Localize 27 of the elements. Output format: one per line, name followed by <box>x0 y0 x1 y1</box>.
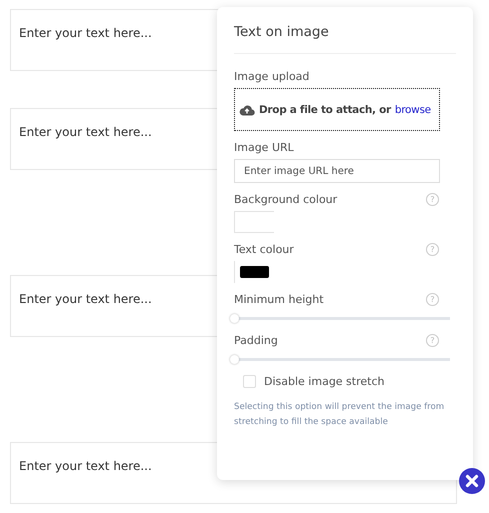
file-drop-zone[interactable]: Drop a file to attach, or browse <box>234 88 440 131</box>
color-swatch[interactable] <box>240 266 269 278</box>
checkbox[interactable] <box>243 375 256 388</box>
close-button[interactable] <box>459 468 485 494</box>
panel-title: Text on image <box>234 24 330 40</box>
field-label: Padding <box>234 334 278 347</box>
field-label: Minimum height <box>234 293 324 306</box>
checkbox-label: Disable image stretch <box>264 375 384 388</box>
slider-thumb[interactable] <box>230 354 238 364</box>
field-label: Image upload <box>234 70 310 83</box>
cloud-upload-icon <box>239 104 255 116</box>
text-placeholder: Enter your text here... <box>19 292 152 306</box>
field-label: Image URL <box>234 141 294 154</box>
field-label: Text colour <box>234 243 294 256</box>
url-input[interactable]: Enter image URL here <box>234 159 440 183</box>
browse-link[interactable]: browse <box>394 104 431 116</box>
drop-prompt: Drop a file to attach, or <box>259 104 391 116</box>
help-icon[interactable]: ? <box>426 243 439 256</box>
text-placeholder: Enter your text here... <box>19 459 152 473</box>
help-icon[interactable]: ? <box>426 334 439 347</box>
help-icon[interactable]: ? <box>426 293 439 306</box>
slider-thumb[interactable] <box>230 314 238 322</box>
text-placeholder: Enter your text here... <box>19 26 152 40</box>
text-placeholder: Enter your text here... <box>19 125 152 139</box>
help-text: Selecting this option will prevent the image from stretching to fill the space available <box>234 401 446 429</box>
field-label: Background colour <box>234 193 338 206</box>
help-icon[interactable]: ? <box>426 193 439 206</box>
